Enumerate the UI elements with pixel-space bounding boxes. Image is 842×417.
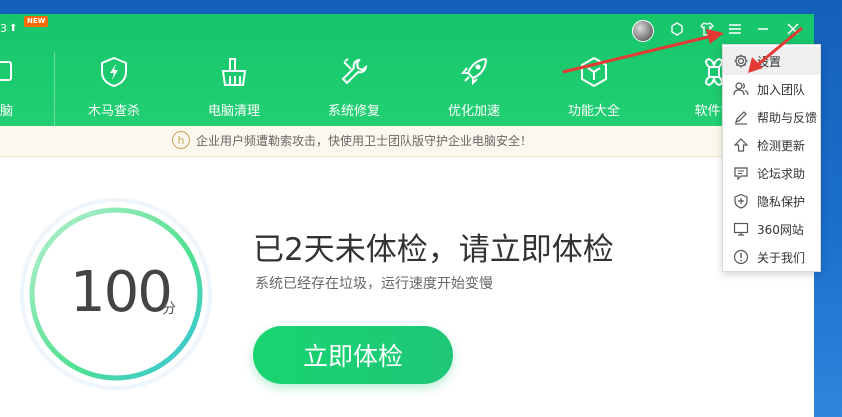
avatar[interactable] bbox=[632, 20, 654, 42]
status-subline: 系统已经存在垃圾，运行速度开始变慢 bbox=[255, 276, 493, 292]
status-headline: 已2天未体检，请立即体检 bbox=[253, 232, 614, 268]
forum-icon bbox=[734, 167, 748, 181]
menu-item-forum-help[interactable]: 论坛求助 bbox=[723, 159, 820, 187]
version-info: 3 ⬆ bbox=[0, 22, 17, 35]
menu-item-label: 设置 bbox=[757, 55, 782, 69]
nav-item-system-repair[interactable]: 系统修复 bbox=[294, 44, 414, 126]
upload-icon bbox=[733, 138, 749, 152]
menu-item-label: 加入团队 bbox=[757, 83, 806, 97]
menu-item-label: 检测更新 bbox=[757, 139, 806, 153]
pen-icon bbox=[735, 111, 747, 125]
monitor-icon bbox=[733, 222, 749, 236]
version-number: 3 bbox=[0, 22, 7, 35]
nav-item-pc[interactable]: 电脑 bbox=[0, 44, 60, 126]
app-window: 3 ⬆ NEW 电脑 bbox=[0, 14, 814, 417]
nav-label: 系统修复 bbox=[327, 104, 380, 119]
main-menu-icon[interactable] bbox=[724, 18, 746, 40]
nav-label: 优化加速 bbox=[447, 104, 500, 119]
scan-now-button[interactable]: 立即体检 bbox=[253, 326, 453, 384]
menu-item-360-website[interactable]: 360网站 bbox=[723, 215, 820, 243]
team-badge-icon: h bbox=[172, 131, 190, 149]
menu-item-label: 帮助与反馈 bbox=[757, 111, 818, 125]
gear-icon bbox=[734, 54, 748, 68]
nav-label: 电脑清理 bbox=[207, 104, 260, 119]
shirt-icon[interactable] bbox=[696, 18, 718, 40]
nav-item-trojan-scan[interactable]: 木马查杀 bbox=[54, 44, 174, 126]
wrench-icon bbox=[341, 58, 368, 85]
menu-item-label: 隐私保护 bbox=[757, 195, 806, 209]
main-nav: 电脑 木马查杀 电脑清理 bbox=[0, 44, 814, 126]
close-icon[interactable] bbox=[782, 18, 804, 40]
health-score-ring: 100 分 bbox=[18, 196, 214, 392]
main-dropdown-menu: 设置 加入团队 帮助与反馈 检测更新 论坛求助 隐私保护 360网站 关于我们 bbox=[722, 44, 821, 272]
nav-item-pc-cleanup[interactable]: 电脑清理 bbox=[174, 44, 294, 126]
skin-icon[interactable] bbox=[666, 18, 688, 40]
menu-item-help-feedback[interactable]: 帮助与反馈 bbox=[723, 103, 820, 131]
menu-item-privacy[interactable]: 隐私保护 bbox=[723, 187, 820, 215]
nav-label: 木马查杀 bbox=[87, 104, 140, 119]
menu-item-label: 关于我们 bbox=[757, 251, 806, 265]
nav-label: 电脑 bbox=[0, 104, 13, 119]
notice-bar[interactable]: h 企业用户频遭勒索攻击，快使用卫士团队版守护企业电脑安全！ bbox=[0, 126, 814, 157]
nav-item-optimize[interactable]: 优化加速 bbox=[414, 44, 534, 126]
team-icon bbox=[733, 82, 749, 96]
cube-icon bbox=[581, 56, 607, 88]
rocket-icon bbox=[460, 57, 488, 86]
info-icon bbox=[733, 249, 749, 265]
menu-item-label: 论坛求助 bbox=[757, 167, 806, 181]
score-value: 100 bbox=[70, 260, 173, 325]
broom-icon bbox=[221, 58, 247, 86]
new-badge: NEW bbox=[24, 16, 49, 27]
score-unit: 分 bbox=[162, 301, 176, 317]
pc-icon bbox=[0, 61, 12, 81]
nav-item-all-functions[interactable]: 功能大全 bbox=[534, 44, 654, 126]
menu-item-label: 360网站 bbox=[757, 223, 804, 237]
menu-item-settings[interactable]: 设置 bbox=[723, 47, 820, 75]
nav-label: 功能大全 bbox=[567, 104, 620, 119]
app-header: 3 ⬆ NEW 电脑 bbox=[0, 14, 814, 126]
shield-bolt-icon bbox=[101, 56, 127, 88]
minimize-icon[interactable] bbox=[752, 18, 774, 40]
notice-text: 企业用户频遭勒索攻击，快使用卫士团队版守护企业电脑安全！ bbox=[196, 133, 533, 148]
menu-item-about-us[interactable]: 关于我们 bbox=[723, 243, 820, 271]
menu-item-check-update[interactable]: 检测更新 bbox=[723, 131, 820, 159]
upgrade-arrow-icon[interactable]: ⬆ bbox=[9, 23, 17, 34]
privacy-shield-icon bbox=[734, 193, 748, 209]
menu-item-join-team[interactable]: 加入团队 bbox=[723, 75, 820, 103]
